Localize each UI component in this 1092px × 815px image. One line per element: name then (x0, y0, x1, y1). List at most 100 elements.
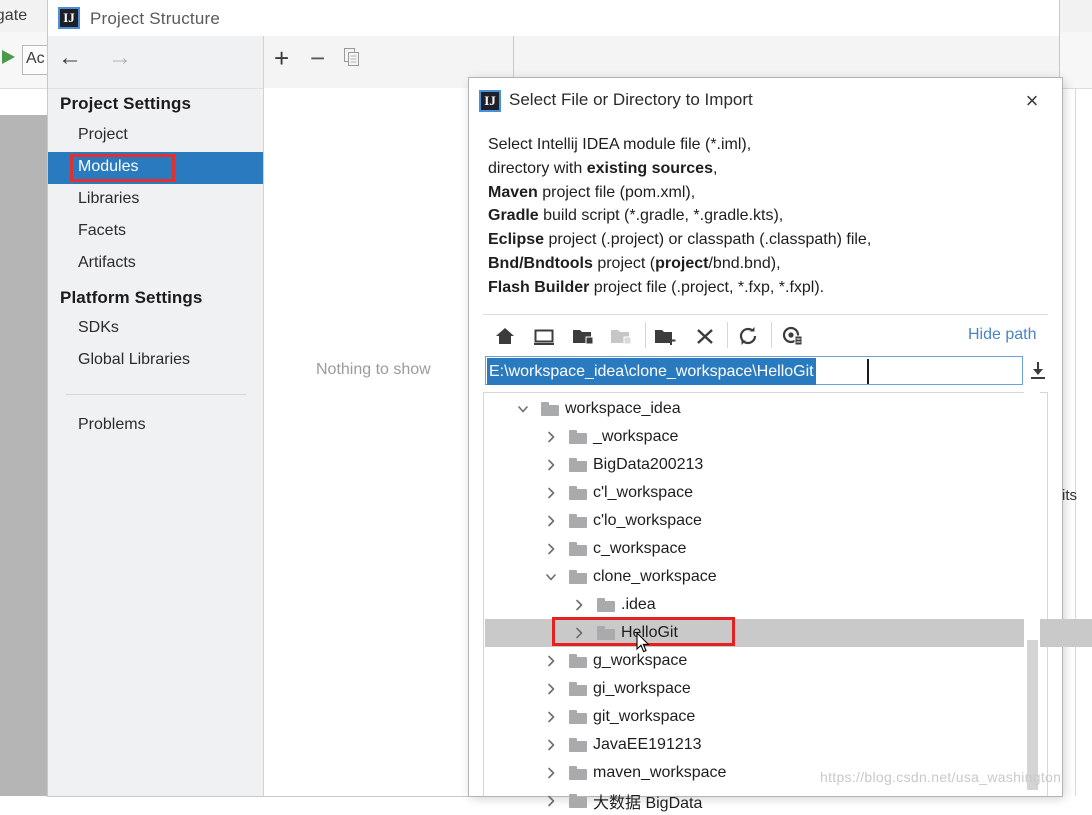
show-hidden-files-icon[interactable] (780, 323, 806, 349)
sidebar-item-global-libraries[interactable]: Global Libraries (78, 351, 190, 369)
sidebar-item-project[interactable]: Project (78, 126, 128, 144)
folder-icon (569, 654, 587, 668)
tree-item-label: workspace_idea (565, 400, 681, 417)
tree-item-c_workspace[interactable]: c_workspace (485, 535, 1083, 563)
chevron-right-icon[interactable] (543, 765, 559, 781)
tree-item-workspace_idea[interactable]: workspace_idea (485, 395, 1055, 423)
chevron-right-icon[interactable] (543, 485, 559, 501)
tree-item-c-l_workspace[interactable]: c'l_workspace (485, 479, 1083, 507)
tree-item-label: .idea (621, 596, 656, 613)
sidebar-item-facets[interactable]: Facets (78, 222, 126, 240)
tree-item-label: JavaEE191213 (593, 736, 702, 753)
sidebar-divider (66, 394, 246, 395)
delete-icon[interactable] (692, 323, 718, 349)
hide-path-link[interactable]: Hide path (968, 326, 1037, 344)
tree-item-----bigdata[interactable]: 大数据 BigData (485, 787, 1083, 815)
chevron-right-icon[interactable] (543, 737, 559, 753)
action-button-label: Ac (26, 50, 45, 67)
arrow-left-icon[interactable]: ← (58, 46, 82, 70)
close-icon[interactable]: × (1018, 88, 1046, 114)
folder-icon (569, 542, 587, 556)
menu-item-navigate[interactable]: vigate (0, 7, 27, 25)
tree-item-label: c'l_workspace (593, 484, 693, 501)
folder-icon (597, 598, 615, 612)
dialog-description-line-2: directory with existing sources, (488, 159, 718, 177)
refresh-icon[interactable] (735, 323, 761, 349)
tree-item-git_workspace[interactable]: git_workspace (485, 703, 1083, 731)
dialog-title: Select File or Directory to Import (509, 90, 753, 109)
ide-left-gutter (0, 115, 48, 796)
chevron-right-icon[interactable] (543, 429, 559, 445)
add-module-button[interactable]: + (274, 45, 289, 71)
tree-item-label: BigData200213 (593, 456, 704, 473)
dialog-description-line-4: Gradle build script (*.gradle, *.gradle.… (488, 207, 784, 225)
folder-icon (569, 794, 587, 808)
dialog-description-line-1: Select Intellij IDEA module file (*.iml)… (488, 136, 752, 153)
directory-tree[interactable]: workspace_idea _workspace BigData200213 c'l… (483, 392, 1092, 812)
toolbar-separator-2 (727, 322, 728, 348)
new-folder-icon[interactable] (653, 323, 679, 349)
dialog-description-line-3: Maven project file (pom.xml), (488, 183, 696, 201)
home-icon[interactable] (492, 323, 518, 349)
chevron-right-icon[interactable] (543, 513, 559, 529)
chevron-down-icon[interactable] (543, 569, 559, 585)
chevron-down-icon[interactable] (515, 401, 531, 417)
tree-item-label: c_workspace (593, 540, 687, 557)
intellij-idea-icon: IJ (479, 90, 501, 112)
chevron-right-icon[interactable] (543, 457, 559, 473)
sidebar-heading-platform-settings: Platform Settings (60, 288, 203, 307)
arrow-right-icon[interactable]: → (108, 46, 132, 70)
empty-state-message: Nothing to show (316, 361, 431, 378)
tree-item--idea[interactable]: .idea (485, 591, 1092, 619)
tree-item-gi_workspace[interactable]: gi_workspace (485, 675, 1083, 703)
dialog-description-line-7: Flash Builder project file (.project, *.… (488, 278, 825, 296)
chevron-right-icon[interactable] (571, 597, 587, 613)
tree-item-c-lo_workspace[interactable]: c'lo_workspace (485, 507, 1083, 535)
tree-item-javaee191213[interactable]: JavaEE191213 (485, 731, 1083, 759)
copy-icon[interactable] (344, 48, 360, 67)
chevron-right-icon[interactable] (543, 681, 559, 697)
folder-icon (569, 710, 587, 724)
watermark-text: https://blog.csdn.net/usa_washington (820, 769, 1062, 785)
intellij-idea-icon: IJ (58, 7, 80, 29)
dialog-description-line-6: Bnd/Bndtools project (project/bnd.bnd), (488, 254, 781, 272)
tree-item-label: git_workspace (593, 708, 696, 725)
project-structure-title: Project Structure (90, 9, 221, 28)
path-input-value: E:\workspace_idea\clone_workspace\HelloG… (487, 358, 816, 385)
folder-icon (569, 738, 587, 752)
sidebar-item-sdks[interactable]: SDKs (78, 319, 119, 337)
tree-item-label: _workspace (593, 428, 679, 445)
tree-item-label: c'lo_workspace (593, 512, 702, 529)
sidebar-heading-project-settings: Project Settings (60, 94, 192, 113)
folder-icon (569, 430, 587, 444)
run-icon[interactable] (2, 50, 15, 64)
toolbar-separator-3 (771, 322, 772, 348)
sidebar-item-problems[interactable]: Problems (78, 416, 146, 434)
sidebar-item-artifacts[interactable]: Artifacts (78, 254, 136, 272)
chevron-right-icon[interactable] (543, 793, 559, 809)
folder-icon (569, 514, 587, 528)
chevron-right-icon[interactable] (543, 541, 559, 557)
tree-item-bigdata200213[interactable]: BigData200213 (485, 451, 1083, 479)
remove-module-button[interactable]: − (310, 45, 325, 71)
tree-item-_workspace[interactable]: _workspace (485, 423, 1083, 451)
collapse-folder-icon (608, 323, 634, 349)
dialog-toolbar (483, 315, 1048, 355)
tree-item-label: gi_workspace (593, 680, 691, 697)
tree-item-label: 大数据 BigData (593, 795, 703, 812)
chevron-right-icon[interactable] (543, 709, 559, 725)
download-arrow-icon[interactable] (1028, 358, 1048, 384)
tree-item-clone_workspace[interactable]: clone_workspace (485, 563, 1083, 591)
expand-folder-icon[interactable] (570, 323, 596, 349)
folder-icon (569, 486, 587, 500)
desktop-icon[interactable] (531, 323, 557, 349)
tree-scrollbar-thumb[interactable] (1027, 640, 1038, 790)
chevron-right-icon[interactable] (543, 653, 559, 669)
dialog-description-line-5: Eclipse project (.project) or classpath … (488, 231, 872, 249)
sidebar-separator (48, 88, 263, 89)
tree-item-g_workspace[interactable]: g_workspace (485, 647, 1083, 675)
folder-icon (541, 402, 559, 416)
sidebar-item-libraries[interactable]: Libraries (78, 190, 139, 208)
path-input[interactable]: E:\workspace_idea\clone_workspace\HelloG… (485, 356, 1023, 385)
folder-icon (569, 458, 587, 472)
